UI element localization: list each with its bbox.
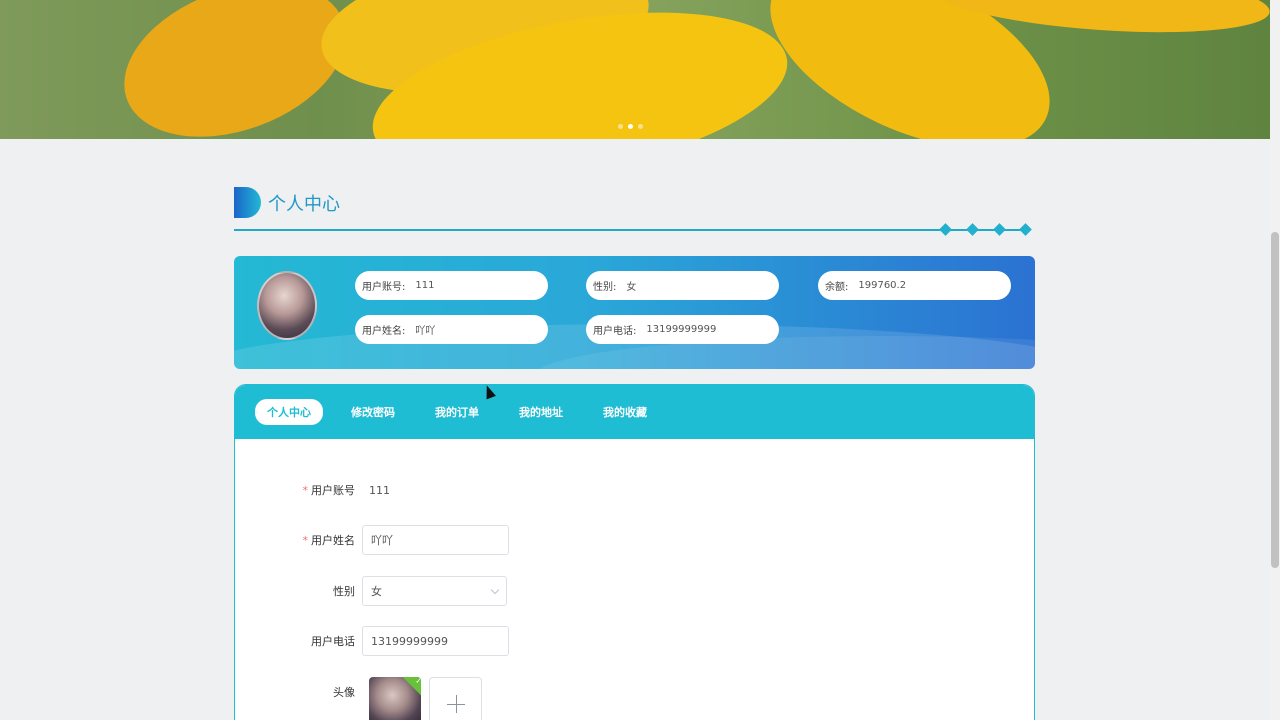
diamond-icon	[966, 223, 979, 236]
phone-label-text: 用户电话	[311, 635, 355, 648]
form-row-avatar: 头像	[235, 677, 1034, 707]
phone-label: 用户电话:	[593, 326, 637, 337]
tab-change-password[interactable]: 修改密码	[339, 399, 407, 425]
phone-value: 13199999999	[646, 324, 717, 335]
banner-dot[interactable]	[638, 124, 643, 129]
title-marker-icon	[234, 187, 261, 218]
check-icon: ✓	[403, 677, 421, 696]
required-mark: *	[302, 534, 309, 547]
form-row-account: * 用户账号 111	[235, 475, 1034, 505]
balance-label: 余额:	[825, 282, 849, 293]
gender-pill: 性别: 女	[586, 271, 779, 300]
hero-banner	[0, 0, 1270, 139]
name-label-text: 用户姓名	[311, 534, 355, 547]
avatar	[257, 271, 317, 340]
scrollbar-thumb[interactable]	[1271, 232, 1279, 568]
chevron-down-icon	[490, 585, 500, 594]
required-mark: *	[302, 484, 309, 497]
uploaded-avatar-thumbnail[interactable]: ✓	[369, 677, 421, 720]
name-input[interactable]: 吖吖	[362, 525, 509, 555]
section-header: 个人中心	[234, 187, 340, 218]
avatar-label-text: 头像	[333, 686, 355, 699]
diamond-icon	[939, 223, 952, 236]
name-label: 用户姓名:	[362, 326, 406, 337]
tab-my-orders[interactable]: 我的订单	[423, 399, 491, 425]
tab-my-address[interactable]: 我的地址	[507, 399, 575, 425]
form-row-name: * 用户姓名 吖吖	[235, 525, 1034, 555]
balance-value: 199760.2	[858, 280, 907, 291]
account-pill: 用户账号: 111	[355, 271, 548, 300]
phone-input[interactable]: 13199999999	[362, 626, 509, 656]
check-glyph: ✓	[415, 677, 421, 686]
banner-dot-active[interactable]	[628, 124, 633, 129]
page-title: 个人中心	[268, 193, 340, 215]
gender-label: 性别:	[593, 282, 617, 293]
name-pill: 用户姓名: 吖吖	[355, 315, 548, 344]
banner-dot[interactable]	[618, 124, 623, 129]
tab-bar: 个人中心 修改密码 我的订单 我的地址 我的收藏	[235, 385, 1034, 439]
phone-field-label: 用户电话	[235, 633, 362, 649]
plus-icon	[456, 695, 457, 713]
account-field-label: * 用户账号	[235, 482, 362, 498]
gender-label-text: 性别	[333, 585, 355, 598]
profile-panel: 个人中心 修改密码 我的订单 我的地址 我的收藏 * 用户账号 111 * 用户姓名…	[234, 384, 1035, 720]
gender-field-label: 性别	[235, 583, 362, 599]
tab-profile[interactable]: 个人中心	[255, 399, 323, 425]
account-field-value: 111	[369, 483, 390, 497]
diamond-icon	[1019, 223, 1032, 236]
gender-value: 女	[626, 282, 637, 293]
gender-select[interactable]: 女	[362, 576, 507, 606]
form-row-phone: 用户电话 13199999999	[235, 626, 1034, 656]
name-field-label: * 用户姓名	[235, 532, 362, 548]
page-scrollbar[interactable]	[1270, 0, 1280, 720]
gender-select-value: 女	[371, 585, 382, 598]
avatar-field-label: 头像	[235, 684, 362, 700]
banner-flower-petal	[102, 0, 368, 139]
phone-pill: 用户电话: 13199999999	[586, 315, 779, 344]
profile-summary-card: 用户账号: 111 性别: 女 余额: 199760.2 用户姓名: 吖吖 用户…	[234, 256, 1035, 369]
diamond-icon	[993, 223, 1006, 236]
balance-pill: 余额: 199760.2	[818, 271, 1011, 300]
account-label-text: 用户账号	[311, 484, 355, 497]
form-row-gender: 性别 女	[235, 576, 1034, 606]
account-value: 111	[415, 280, 435, 291]
name-value: 吖吖	[415, 326, 436, 337]
title-divider	[234, 229, 1024, 231]
upload-button[interactable]	[429, 677, 482, 720]
account-label: 用户账号:	[362, 282, 406, 293]
tab-my-favorites[interactable]: 我的收藏	[591, 399, 659, 425]
banner-pagination	[618, 124, 643, 129]
